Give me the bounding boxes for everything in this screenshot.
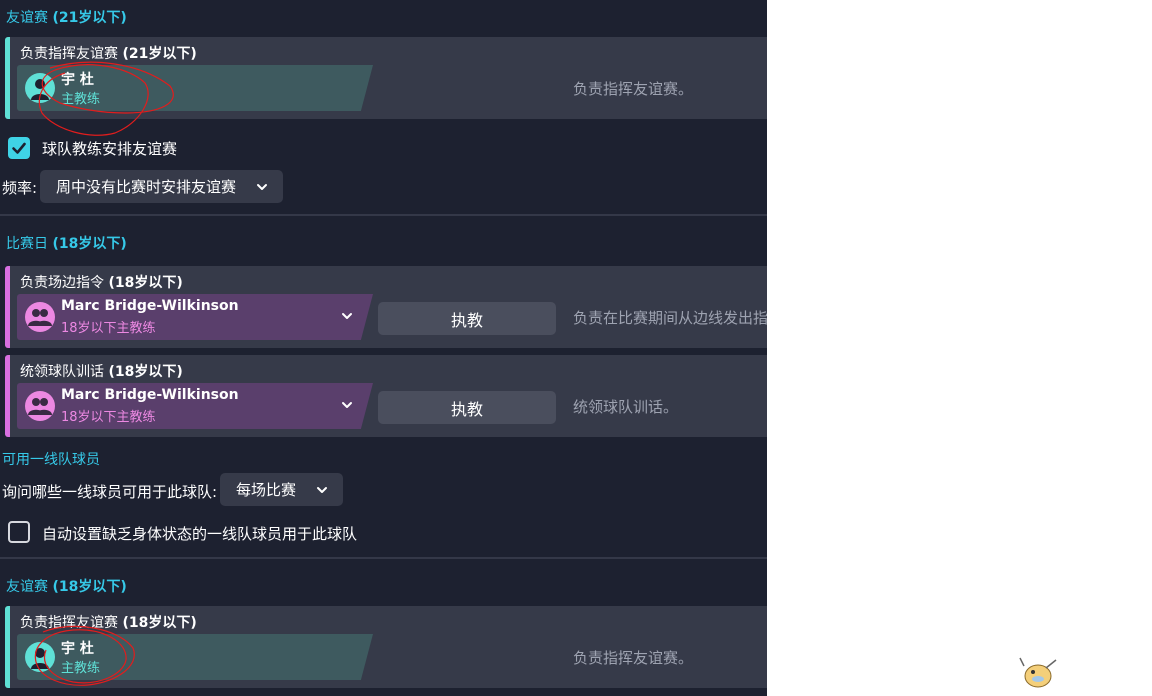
section-title-friendly-u21: 友谊赛 (21岁以下) <box>6 7 127 27</box>
arrange-friendlies-checkbox[interactable] <box>8 137 30 159</box>
card-team-talk-u18: 统领球队训话 (18岁以下) Marc Bridge-Wilkinson 18岁… <box>5 355 767 437</box>
chevron-down-icon <box>317 487 327 493</box>
section-title-text: 可用一线队球员 <box>2 452 100 468</box>
card-title: 负责指挥友谊赛 (21岁以下) <box>20 43 197 63</box>
card-touchline-u18: 负责场边指令 (18岁以下) Marc Bridge-Wilkinson 18岁… <box>5 266 767 348</box>
card-description: 负责指挥友谊赛。 <box>573 649 694 667</box>
ask-first-team-dropdown[interactable]: 每场比赛 <box>220 473 343 506</box>
card-friendly-u21: 负责指挥友谊赛 (21岁以下) 宇 杜 主教练 负责指挥友谊赛。 <box>5 37 767 119</box>
staff-name: Marc Bridge-Wilkinson <box>61 298 239 314</box>
auto-set-unfit-checkbox[interactable] <box>8 521 30 543</box>
card-description: 统领球队训话。 <box>573 398 679 416</box>
person-silhouette-icon <box>31 79 49 100</box>
coach-button[interactable]: 执教 <box>378 302 556 335</box>
frequency-dropdown[interactable]: 周中没有比赛时安排友谊赛 <box>40 170 283 203</box>
section-divider <box>0 214 767 216</box>
bird-mascot-icon <box>1019 657 1057 688</box>
settings-panel: 友谊赛 (21岁以下) 负责指挥友谊赛 (21岁以下) 宇 杜 主教练 负责指挥… <box>0 0 767 696</box>
card-title-age: (21岁以下) <box>122 46 197 62</box>
staff-name: Marc Bridge-Wilkinson <box>61 387 239 403</box>
people-group-icon <box>28 309 52 326</box>
section-divider <box>0 557 767 559</box>
avatar <box>25 391 55 421</box>
avatar <box>25 73 55 103</box>
card-title: 负责指挥友谊赛 (18岁以下) <box>20 612 197 632</box>
section-title-text: 友谊赛 <box>6 10 48 26</box>
card-title-age: (18岁以下) <box>108 364 183 380</box>
section-title-age: (18岁以下) <box>52 236 127 252</box>
section-title-text: 友谊赛 <box>6 579 48 595</box>
section-title-friendly-u18: 友谊赛 (18岁以下) <box>6 576 127 596</box>
card-description: 负责指挥友谊赛。 <box>573 80 694 98</box>
people-group-icon <box>28 398 52 415</box>
ask-first-team-label: 询问哪些一线球员可用于此球队: <box>2 483 218 501</box>
staff-role: 主教练 <box>61 661 101 676</box>
person-silhouette-icon <box>31 648 49 669</box>
staff-selector-team-talk-u18[interactable]: Marc Bridge-Wilkinson 18岁以下主教练 <box>17 383 373 429</box>
card-title: 统领球队训话 (18岁以下) <box>20 361 183 381</box>
card-title-text: 统领球队训话 <box>20 364 104 380</box>
card-title: 负责场边指令 (18岁以下) <box>20 272 183 292</box>
avatar <box>25 642 55 672</box>
section-title-first-team: 可用一线队球员 <box>2 449 100 469</box>
card-accent-bar <box>5 266 10 348</box>
arrange-friendlies-label: 球队教练安排友谊赛 <box>42 140 178 158</box>
frequency-value: 周中没有比赛时安排友谊赛 <box>56 178 237 196</box>
card-title-text: 负责指挥友谊赛 <box>20 46 118 62</box>
chevron-down-icon <box>257 184 267 190</box>
staff-name: 宇 杜 <box>61 641 94 657</box>
card-accent-bar <box>5 37 10 119</box>
section-title-text: 比赛日 <box>6 236 48 252</box>
avatar <box>25 302 55 332</box>
card-accent-bar <box>5 606 10 688</box>
staff-role: 主教练 <box>61 92 101 107</box>
card-accent-bar <box>5 355 10 437</box>
coach-button[interactable]: 执教 <box>378 391 556 424</box>
chevron-down-icon <box>342 313 352 319</box>
card-title-age: (18岁以下) <box>108 275 183 291</box>
checkmark-icon <box>12 142 26 154</box>
staff-selector-friendly-u21[interactable]: 宇 杜 主教练 <box>17 65 373 111</box>
staff-selector-touchline-u18[interactable]: Marc Bridge-Wilkinson 18岁以下主教练 <box>17 294 373 340</box>
frequency-label: 频率: <box>2 179 38 197</box>
chevron-down-icon <box>342 402 352 408</box>
card-title-text: 负责场边指令 <box>20 275 104 291</box>
section-title-age: (21岁以下) <box>52 10 127 26</box>
card-title-age: (18岁以下) <box>122 615 197 631</box>
staff-role: 18岁以下主教练 <box>61 321 156 336</box>
card-description: 负责在比赛期间从边线发出指令。 <box>573 309 767 327</box>
staff-selector-friendly-u18[interactable]: 宇 杜 主教练 <box>17 634 373 680</box>
card-title-text: 负责指挥友谊赛 <box>20 615 118 631</box>
section-title-matchday-u18: 比赛日 (18岁以下) <box>6 233 127 253</box>
auto-set-unfit-label: 自动设置缺乏身体状态的一线队球员用于此球队 <box>42 525 358 543</box>
staff-role: 18岁以下主教练 <box>61 410 156 425</box>
card-friendly-u18: 负责指挥友谊赛 (18岁以下) 宇 杜 主教练 负责指挥友谊赛。 <box>5 606 767 688</box>
section-title-age: (18岁以下) <box>52 579 127 595</box>
staff-name: 宇 杜 <box>61 72 94 88</box>
ask-first-team-value: 每场比赛 <box>236 481 297 499</box>
